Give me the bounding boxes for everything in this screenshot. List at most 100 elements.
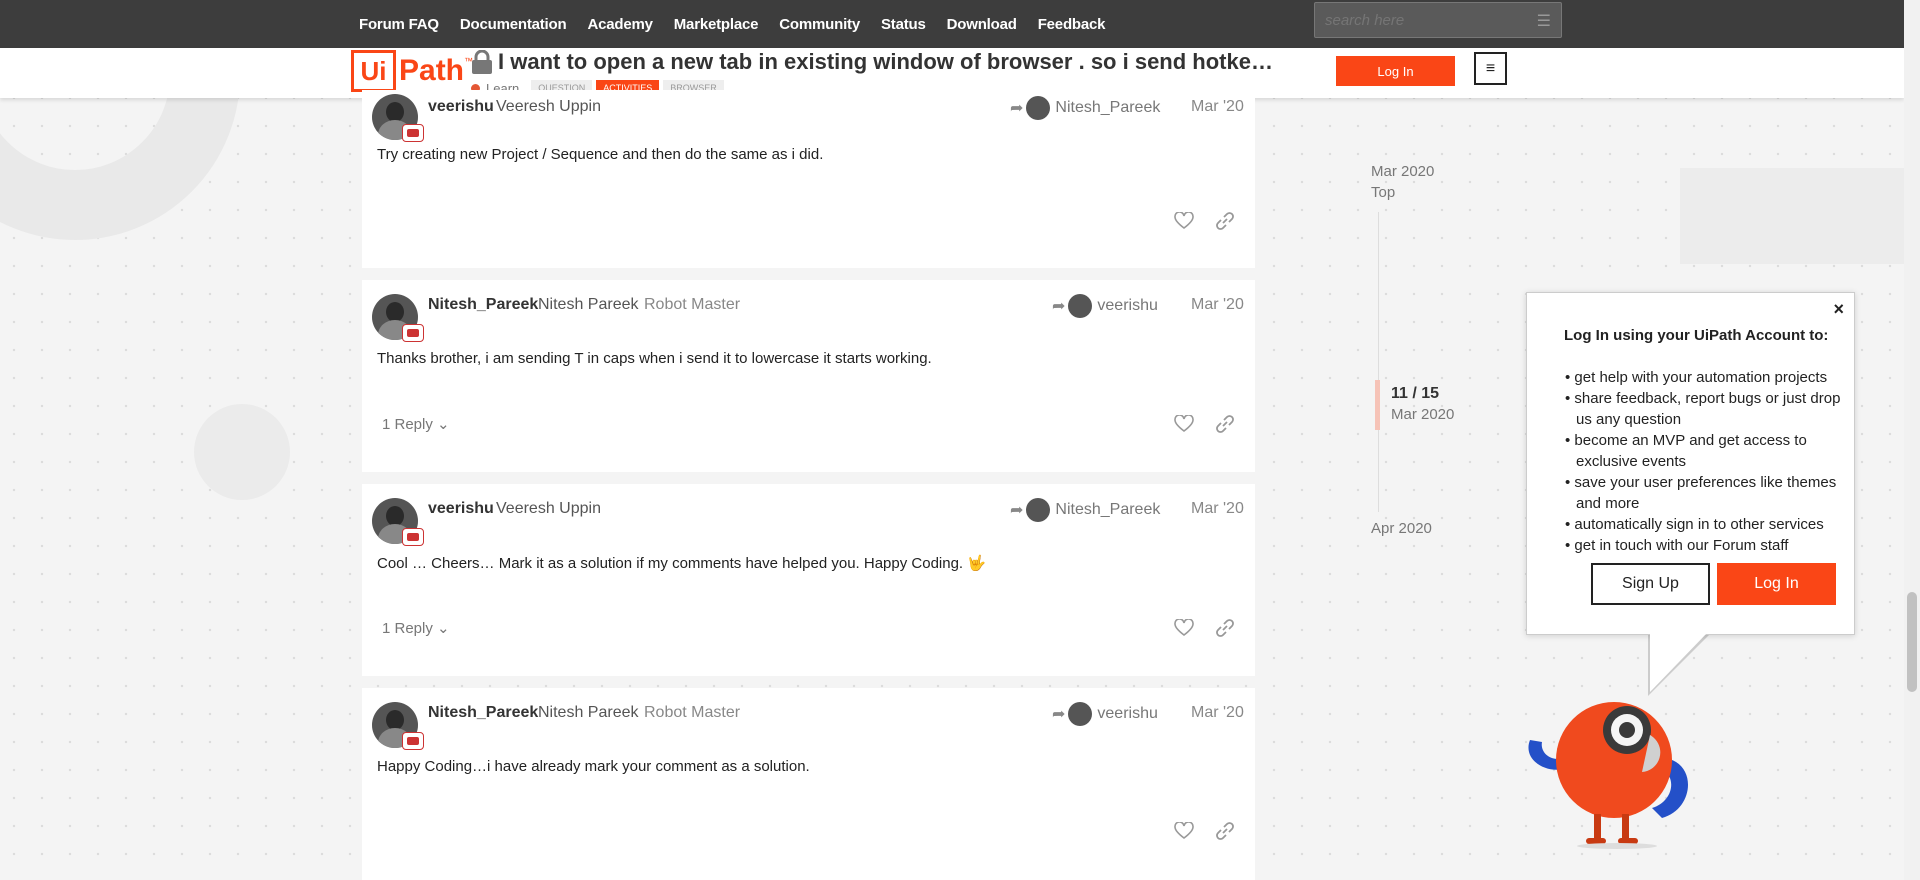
search-input[interactable] <box>1323 9 1527 31</box>
search-box: ☰ <box>1314 2 1562 38</box>
nav-link-status[interactable]: Status <box>881 16 926 33</box>
popup-tail <box>1650 632 1708 692</box>
list-item: share feedback, report bugs or just drop… <box>1565 388 1855 430</box>
chevron-down-icon: ⌄ <box>437 620 450 637</box>
post-user-title: Robot Master <box>644 704 741 721</box>
topic-title[interactable]: I want to open a new tab in existing win… <box>498 49 1273 75</box>
like-heart-icon[interactable] <box>1174 619 1194 637</box>
post: veerishu Veeresh Uppin ➦ Nitesh_Pareek M… <box>362 484 1255 676</box>
flair-badge <box>402 732 424 750</box>
timeline-scroll-area[interactable] <box>1378 212 1379 512</box>
nav-link-download[interactable]: Download <box>947 16 1017 33</box>
reply-to-avatar <box>1026 498 1051 522</box>
post-fullname: Nitesh Pareek <box>538 296 639 313</box>
hamburger-menu-button[interactable]: ≡ <box>1474 52 1507 85</box>
reply-to-avatar <box>1026 96 1051 120</box>
reply-to-tab[interactable]: ➦ Nitesh_Pareek <box>1010 498 1160 522</box>
timeline-top-link[interactable]: Top <box>1371 184 1395 201</box>
like-heart-icon[interactable] <box>1174 822 1194 840</box>
list-item: become an MVP and get access to exclusiv… <box>1565 430 1855 472</box>
post-body: Cool … Cheers… Mark it as a solution if … <box>377 555 986 572</box>
post: Nitesh_Pareek Nitesh Pareek Robot Master… <box>362 688 1255 880</box>
nav-link-feedback[interactable]: Feedback <box>1038 16 1106 33</box>
post-username[interactable]: Nitesh_Pareek <box>428 296 538 314</box>
share-link-icon[interactable] <box>1215 414 1235 434</box>
reply-to-avatar <box>1068 702 1093 726</box>
flair-badge <box>402 124 424 142</box>
top-nav-links: Forum FAQ Documentation Academy Marketpl… <box>359 0 1126 48</box>
list-item: get in touch with our Forum staff <box>1565 535 1855 556</box>
show-replies-button[interactable]: 1 Reply ⌄ <box>382 619 450 637</box>
chevron-down-icon: ⌄ <box>437 416 450 433</box>
reply-to-username: Nitesh_Pareek <box>1055 99 1161 116</box>
close-icon[interactable]: × <box>1833 299 1844 320</box>
sliders-icon[interactable]: ☰ <box>1537 11 1551 31</box>
lock-icon <box>472 50 492 74</box>
post-fullname: Veeresh Uppin <box>496 500 601 517</box>
nav-link-forum-faq[interactable]: Forum FAQ <box>359 16 439 33</box>
share-link-icon[interactable] <box>1215 821 1235 841</box>
logo-path-text: Path <box>399 54 465 87</box>
post-fullname: Nitesh Pareek <box>538 704 639 721</box>
reply-arrow-icon: ➦ <box>1052 706 1066 723</box>
logo-ui-box: Ui <box>351 50 396 92</box>
nav-link-academy[interactable]: Academy <box>587 16 653 33</box>
timeline-position: 11 / 15 <box>1391 385 1440 402</box>
post-date[interactable]: Mar '20 <box>1191 500 1244 518</box>
share-link-icon[interactable] <box>1215 618 1235 638</box>
post-date[interactable]: Mar '20 <box>1191 98 1244 116</box>
share-link-icon[interactable] <box>1215 211 1235 231</box>
decorative-circle <box>194 404 290 500</box>
reply-arrow-icon: ➦ <box>1052 298 1066 315</box>
post-date[interactable]: Mar '20 <box>1191 704 1244 722</box>
robot-mascot[interactable] <box>1522 690 1702 850</box>
replies-count: 1 Reply <box>382 416 433 433</box>
post: veerishu Veeresh Uppin ➦ Nitesh_Pareek M… <box>362 90 1255 268</box>
list-item: automatically sign in to other services <box>1565 514 1855 535</box>
list-item: get help with your automation projects <box>1565 367 1855 388</box>
reply-to-avatar <box>1068 294 1093 318</box>
post-body: Try creating new Project / Sequence and … <box>377 146 824 163</box>
reply-arrow-icon: ➦ <box>1010 100 1024 117</box>
reply-to-tab[interactable]: ➦ veerishu <box>1052 702 1158 726</box>
reply-arrow-icon: ➦ <box>1010 502 1024 519</box>
header-login-button[interactable]: Log In <box>1336 56 1455 86</box>
timeline-start-date[interactable]: Mar 2020 <box>1371 163 1434 180</box>
signup-button[interactable]: Sign Up <box>1591 563 1710 605</box>
post-body: Thanks brother, i am sending T in caps w… <box>377 350 932 367</box>
post-body: Happy Coding…i have already mark your co… <box>377 758 810 775</box>
timeline-end-date[interactable]: Apr 2020 <box>1371 520 1432 537</box>
post-username[interactable]: veerishu <box>428 98 494 116</box>
post-user-title: Robot Master <box>644 296 741 313</box>
show-replies-button[interactable]: 1 Reply ⌄ <box>382 415 450 433</box>
timeline-position-date: Mar 2020 <box>1391 406 1455 423</box>
like-heart-icon[interactable] <box>1174 415 1194 433</box>
like-heart-icon[interactable] <box>1174 212 1194 230</box>
popup-login-button[interactable]: Log In <box>1717 563 1836 605</box>
top-navigation-bar: Forum FAQ Documentation Academy Marketpl… <box>0 0 1920 48</box>
flair-badge <box>402 528 424 546</box>
reply-to-username: veerishu <box>1097 705 1158 722</box>
reply-to-tab[interactable]: ➦ veerishu <box>1052 294 1158 318</box>
post-fullname: Veeresh Uppin <box>496 98 601 115</box>
post-username[interactable]: Nitesh_Pareek <box>428 704 538 722</box>
popup-heading: Log In using your UiPath Account to: <box>1564 327 1829 344</box>
replies-count: 1 Reply <box>382 620 433 637</box>
login-popup: × Log In using your UiPath Account to: g… <box>1526 292 1855 635</box>
flair-badge <box>402 324 424 342</box>
post: Nitesh_Pareek Nitesh Pareek Robot Master… <box>362 280 1255 472</box>
reply-to-tab[interactable]: ➦ Nitesh_Pareek <box>1010 96 1160 120</box>
scrollbar-thumb[interactable] <box>1907 592 1917 692</box>
post-date[interactable]: Mar '20 <box>1191 296 1244 314</box>
page-scrollbar[interactable] <box>1904 0 1920 880</box>
reply-to-username: veerishu <box>1097 297 1158 314</box>
timeline-handle[interactable] <box>1375 380 1380 430</box>
nav-link-documentation[interactable]: Documentation <box>460 16 567 33</box>
uipath-logo[interactable]: Ui Path ™ <box>351 50 473 92</box>
reply-to-username: Nitesh_Pareek <box>1055 501 1161 518</box>
nav-link-community[interactable]: Community <box>779 16 860 33</box>
nav-link-marketplace[interactable]: Marketplace <box>674 16 759 33</box>
list-item: save your user preferences like themes a… <box>1565 472 1855 514</box>
post-username[interactable]: veerishu <box>428 500 494 518</box>
decorative-block <box>1680 168 1920 264</box>
